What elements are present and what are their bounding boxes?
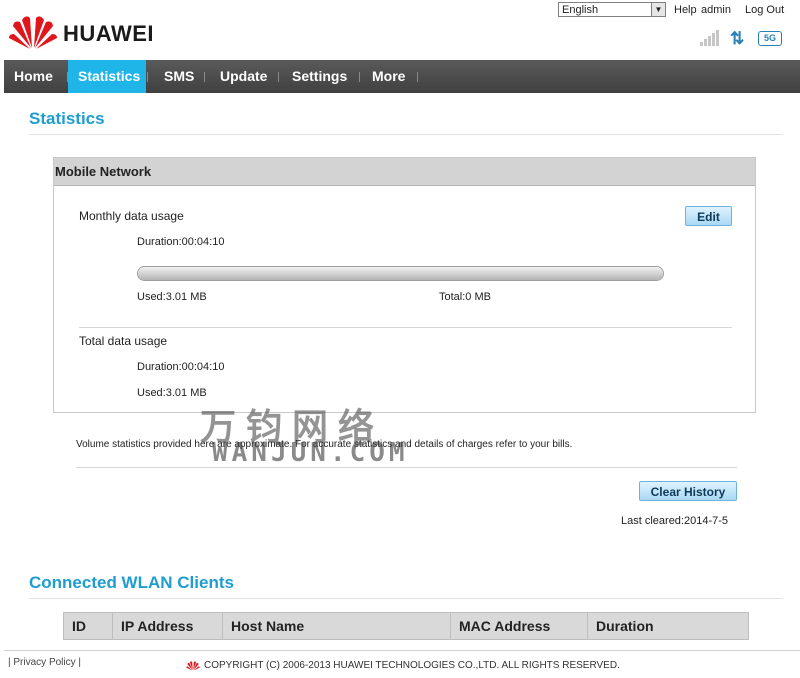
nav-divider <box>359 72 360 82</box>
edit-button[interactable]: Edit <box>685 206 732 226</box>
monthly-used: Used:3.01 MB <box>137 291 207 303</box>
monthly-usage-progress <box>137 266 664 281</box>
wlan-section-title: Connected WLAN Clients <box>29 573 234 592</box>
privacy-policy-label[interactable]: Privacy Policy <box>13 657 75 668</box>
copyright: COPYRIGHT (C) 2006-2013 HUAWEI TECHNOLOG… <box>186 660 620 671</box>
main-nav: Home Statistics SMS Update Settings More <box>4 60 800 93</box>
progress-fill <box>138 267 663 280</box>
total-usage-label: Total data usage <box>79 334 168 348</box>
panel-title: Mobile Network <box>54 158 755 186</box>
brand-name: HUAWEI <box>63 21 154 46</box>
panel-divider <box>79 327 732 328</box>
nav-divider <box>147 72 148 82</box>
nav-divider <box>204 72 205 82</box>
nav-statistics[interactable]: Statistics <box>68 60 146 93</box>
nav-update[interactable]: Update <box>210 60 278 93</box>
nav-divider <box>278 72 279 82</box>
column-header-duration: Duration <box>596 618 654 634</box>
chevron-down-icon[interactable]: ▼ <box>651 3 665 16</box>
data-transfer-icon: ⇅ <box>730 29 745 48</box>
total-duration: Duration:00:04:10 <box>137 361 225 373</box>
page-title: Statistics <box>29 109 105 128</box>
column-header-ip: IP Address <box>113 613 223 639</box>
signal-strength-icon <box>700 30 719 46</box>
monthly-duration: Duration:00:04:10 <box>137 236 225 248</box>
total-used: Used:3.01 MB <box>137 387 207 399</box>
column-header-mac: MAC Address <box>451 613 588 639</box>
clear-history-button[interactable]: Clear History <box>639 481 737 501</box>
language-select[interactable]: English ▼ <box>558 2 666 17</box>
nav-home[interactable]: Home <box>4 60 66 93</box>
nav-more[interactable]: More <box>362 60 417 93</box>
huawei-logo-icon <box>9 16 57 49</box>
privacy-policy-link[interactable]: | Privacy Policy | <box>8 657 81 668</box>
huawei-mini-logo-icon <box>186 661 200 671</box>
monthly-usage-label: Monthly data usage <box>79 209 184 223</box>
column-header-id: ID <box>64 613 113 639</box>
footer-divider <box>4 650 800 651</box>
mobile-network-panel: Mobile Network <box>53 157 756 413</box>
section-divider <box>29 134 783 135</box>
user-name: admin <box>701 4 731 16</box>
wlan-table-header: ID IP Address Host Name MAC Address Dura… <box>63 612 749 640</box>
wifi-5g-icon: 5G <box>758 31 782 46</box>
help-link[interactable]: Help <box>674 4 697 16</box>
column-header-host: Host Name <box>223 613 451 639</box>
logout-link[interactable]: Log Out <box>745 4 784 16</box>
nav-settings[interactable]: Settings <box>282 60 358 93</box>
language-selected-value: English <box>562 4 599 16</box>
watermark-url: WANJUN.COM <box>212 438 409 468</box>
copyright-text: COPYRIGHT (C) 2006-2013 HUAWEI TECHNOLOG… <box>204 660 620 672</box>
nav-divider <box>417 72 418 82</box>
nav-sms[interactable]: SMS <box>154 60 204 93</box>
last-cleared: Last cleared:2014-7-5 <box>621 515 729 527</box>
section-divider <box>29 598 783 599</box>
monthly-total: Total:0 MB <box>439 291 491 303</box>
